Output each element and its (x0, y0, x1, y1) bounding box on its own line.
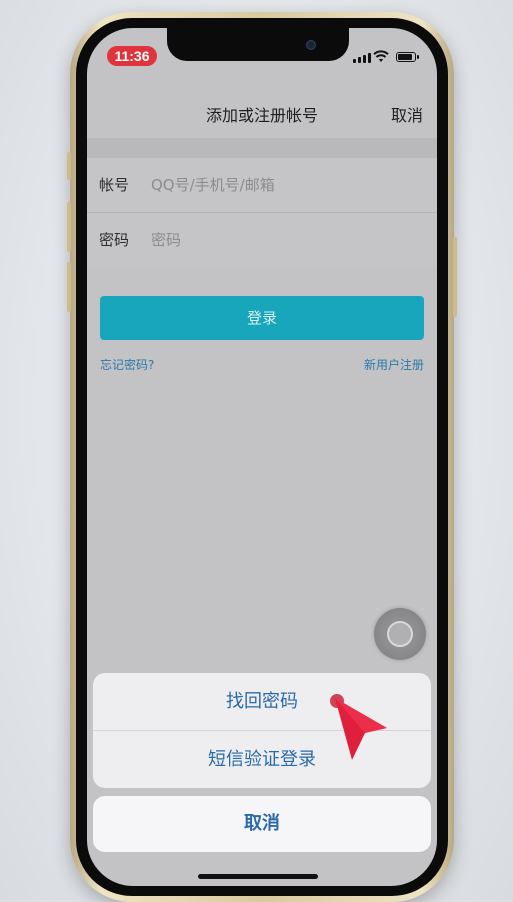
volume-down-button (67, 262, 71, 312)
home-indicator[interactable] (198, 874, 318, 879)
password-field[interactable]: 密码 密码 (87, 212, 437, 267)
screen: 11:36 添加或注册帐号 取消 帐号 QQ号/手机号/邮箱 密码 密码 登录 … (87, 28, 437, 886)
battery-icon (396, 52, 419, 62)
assistive-touch-button[interactable] (374, 608, 426, 660)
status-bar: 11:36 (87, 28, 437, 78)
account-input[interactable]: QQ号/手机号/邮箱 (151, 174, 275, 195)
pointer-arrow-icon (330, 694, 387, 760)
forgot-password-link[interactable]: 忘记密码? (100, 356, 154, 373)
account-label: 帐号 (99, 176, 130, 194)
silent-switch (67, 152, 71, 180)
account-field[interactable]: 帐号 QQ号/手机号/邮箱 (87, 158, 437, 212)
power-button (453, 237, 457, 317)
password-input[interactable]: 密码 (151, 229, 181, 250)
cellular-signal-icon (353, 52, 371, 63)
section-divider (87, 138, 437, 158)
action-sheet-cancel-button[interactable]: 取消 (93, 796, 431, 852)
page-title: 添加或注册帐号 (205, 106, 318, 125)
wifi-icon (373, 50, 389, 62)
register-link[interactable]: 新用户注册 (364, 356, 424, 373)
login-form: 帐号 QQ号/手机号/邮箱 密码 密码 (87, 158, 437, 267)
status-time[interactable]: 11:36 (107, 46, 157, 66)
login-button[interactable]: 登录 (100, 296, 424, 340)
volume-up-button (67, 202, 71, 252)
password-label: 密码 (99, 231, 130, 249)
bezel: 11:36 添加或注册帐号 取消 帐号 QQ号/手机号/邮箱 密码 密码 登录 … (76, 18, 448, 896)
phone-frame: 11:36 添加或注册帐号 取消 帐号 QQ号/手机号/邮箱 密码 密码 登录 … (67, 12, 457, 902)
nav-cancel-button[interactable]: 取消 (391, 102, 423, 126)
navigation-bar: 添加或注册帐号 取消 (87, 90, 437, 138)
